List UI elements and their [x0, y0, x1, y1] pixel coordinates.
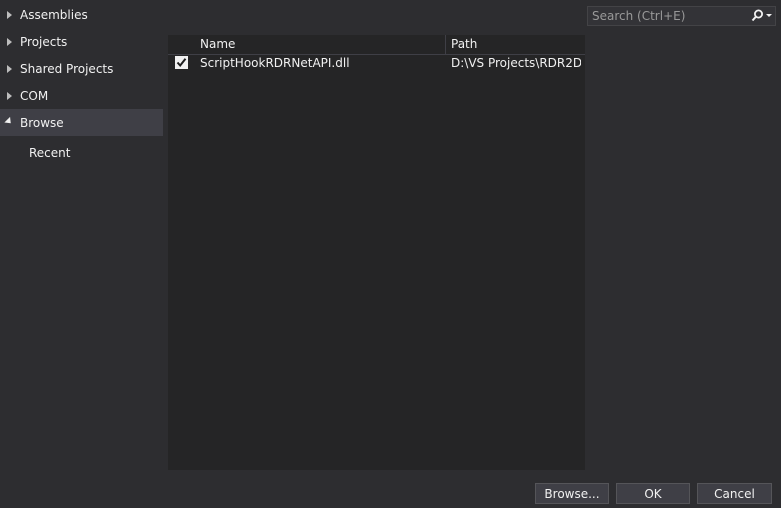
- nav-label: Browse: [20, 115, 64, 130]
- category-tree: Assemblies Projects Shared Projects COM …: [0, 0, 163, 476]
- nav-label: Recent: [29, 145, 71, 160]
- column-divider[interactable]: [445, 35, 446, 54]
- nav-item-recent[interactable]: Recent: [0, 139, 163, 166]
- browse-button[interactable]: Browse...: [535, 483, 609, 504]
- table-row[interactable]: ScriptHookRDRNetAPI.dll D:\VS Projects\R…: [168, 55, 585, 72]
- nav-item-browse[interactable]: Browse: [0, 109, 163, 136]
- checkmark-icon: [176, 58, 187, 68]
- nav-item-assemblies[interactable]: Assemblies: [0, 1, 163, 28]
- expand-arrow-icon[interactable]: [0, 10, 20, 19]
- nav-label: Assemblies: [20, 7, 88, 22]
- search-icon[interactable]: [751, 9, 764, 25]
- expand-arrow-icon[interactable]: [0, 91, 20, 100]
- expand-arrow-icon[interactable]: [0, 37, 20, 46]
- nav-label: Shared Projects: [20, 61, 114, 76]
- nav-label: Projects: [20, 34, 68, 49]
- include-checkbox[interactable]: [175, 56, 188, 69]
- column-header-path[interactable]: Path: [451, 35, 477, 54]
- cancel-button[interactable]: Cancel: [697, 483, 772, 504]
- search-input[interactable]: [588, 7, 756, 25]
- column-header-name[interactable]: Name: [200, 35, 235, 54]
- search-box[interactable]: [587, 6, 776, 26]
- ok-button[interactable]: OK: [616, 483, 690, 504]
- nav-item-com[interactable]: COM: [0, 82, 163, 109]
- expand-arrow-icon[interactable]: [0, 64, 20, 73]
- cell-path: D:\VS Projects\RDR2D...: [451, 56, 581, 70]
- reference-list: Name Path ScriptHookRDRNetAPI.dll D:\VS …: [168, 35, 585, 470]
- table-header: Name Path: [168, 35, 585, 55]
- dialog-footer: Browse... OK Cancel: [0, 476, 781, 508]
- search-options-dropdown-icon[interactable]: [766, 14, 772, 17]
- nav-item-projects[interactable]: Projects: [0, 28, 163, 55]
- nav-label: COM: [20, 88, 49, 103]
- cell-name: ScriptHookRDRNetAPI.dll: [200, 56, 350, 70]
- nav-item-shared-projects[interactable]: Shared Projects: [0, 55, 163, 82]
- collapse-arrow-icon[interactable]: [0, 116, 20, 127]
